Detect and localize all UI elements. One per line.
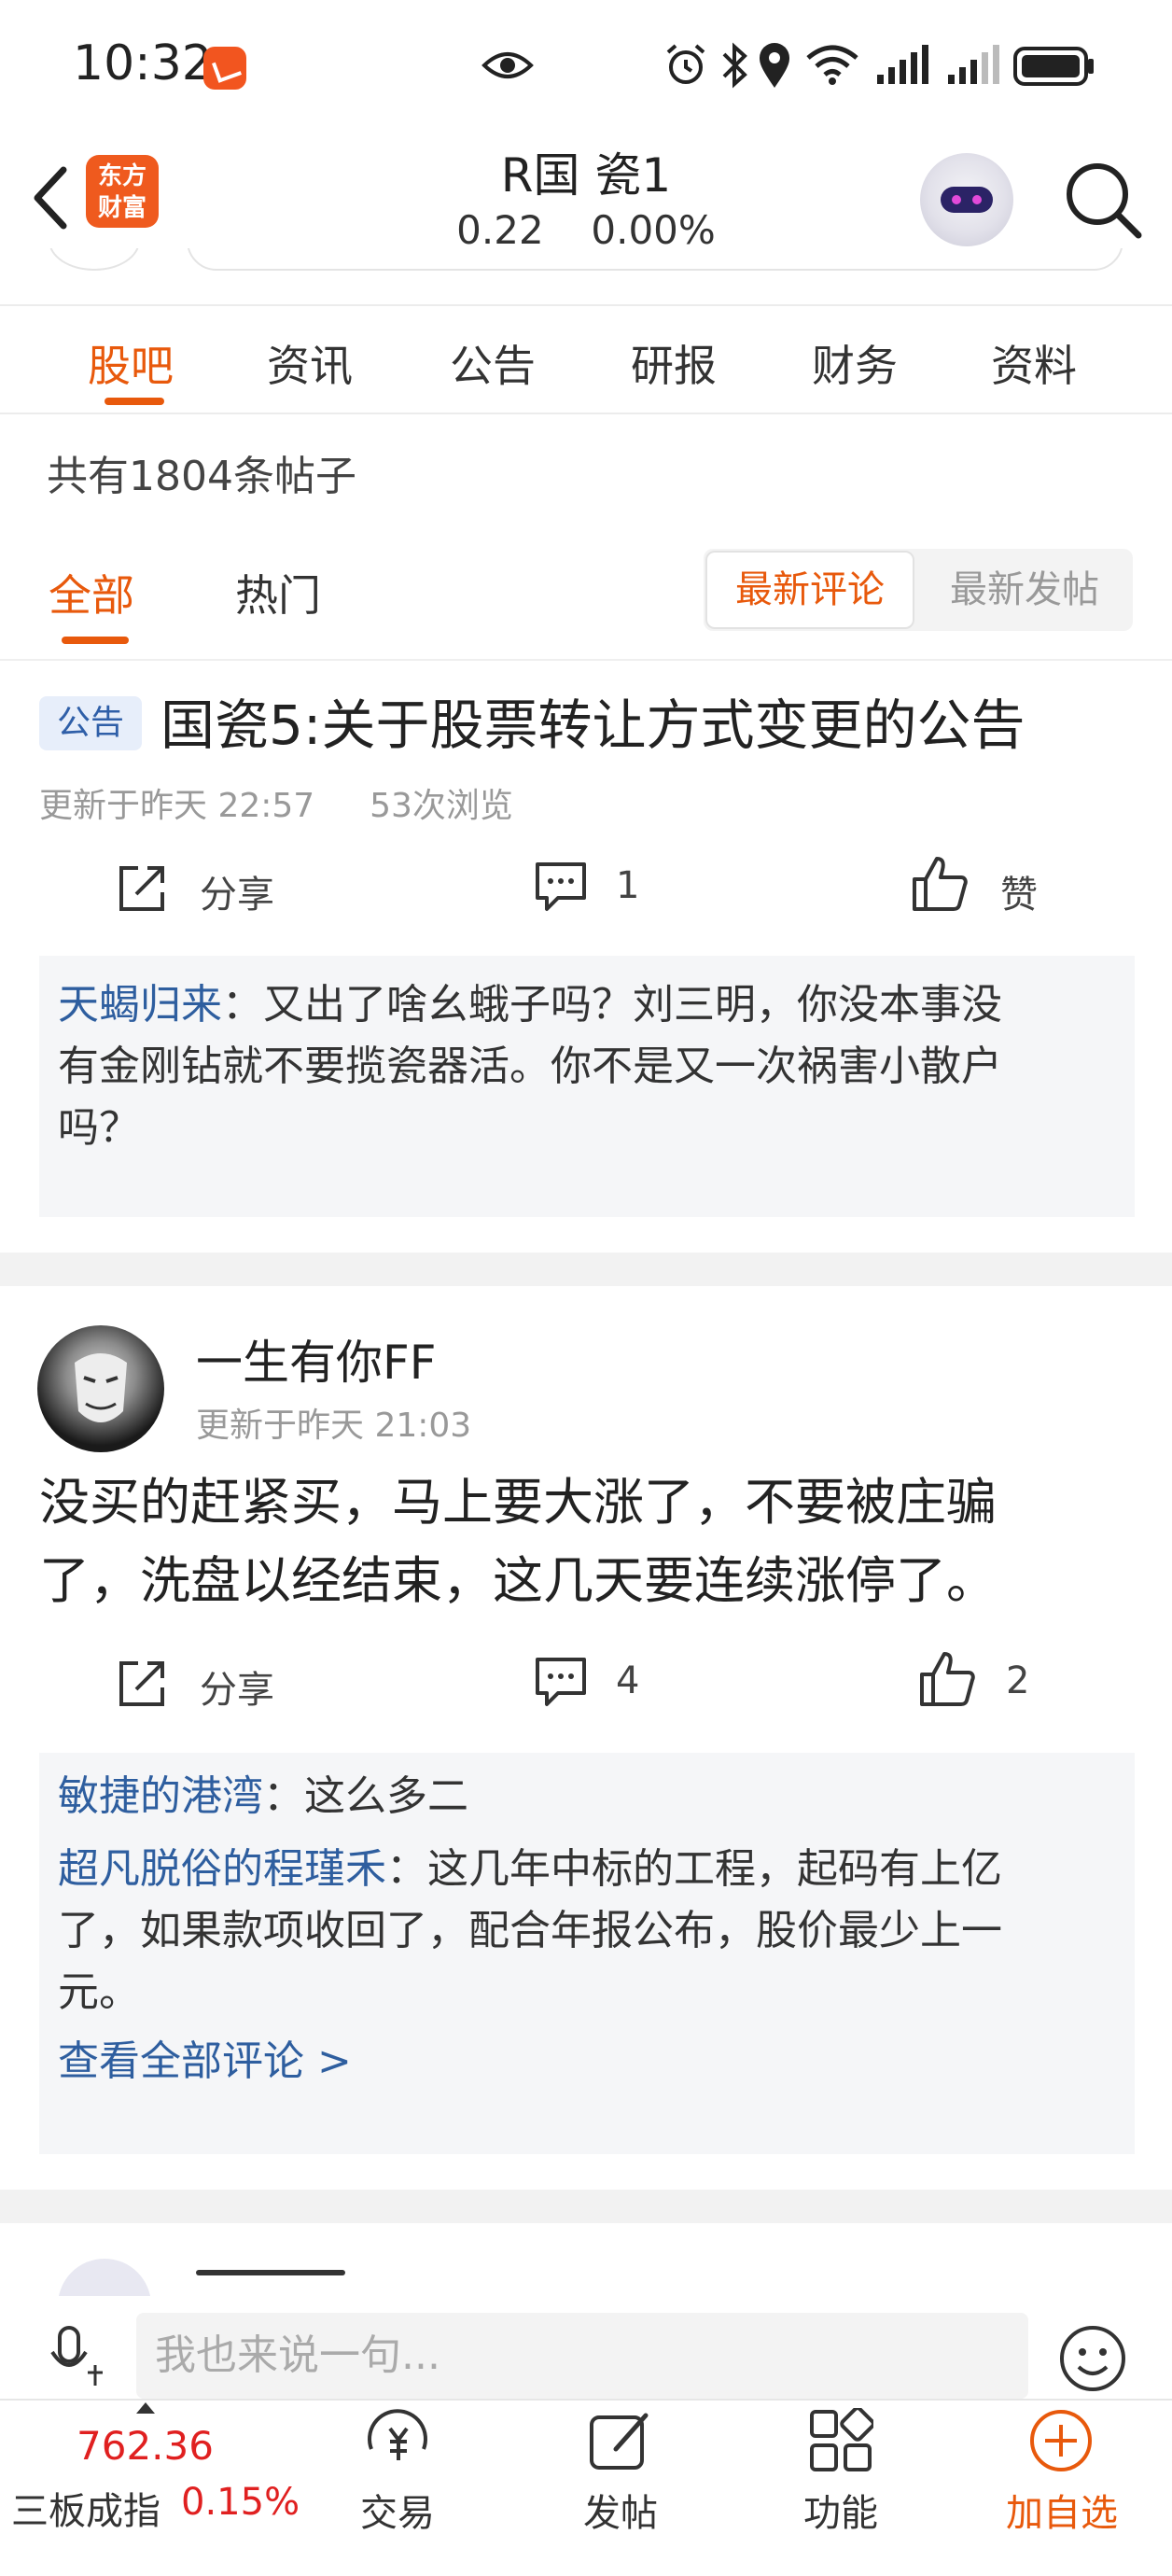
tab-guba[interactable]: 股吧: [88, 332, 174, 394]
reply-box: 敏捷的港湾：这么多二 超凡脱俗的程瑾禾：这几年中标的工程，起码有上亿 了，如果款…: [39, 1753, 1135, 2154]
next-post-author-partial: [196, 2270, 345, 2275]
avatar[interactable]: [37, 1325, 164, 1452]
mask-avatar-icon: [75, 1353, 127, 1422]
sort-toggle: 最新评论 最新发帖: [704, 549, 1133, 631]
reply-text: ：这么多二: [263, 1772, 468, 1820]
up-arrow-icon: [136, 2402, 155, 2414]
trade-icon[interactable]: [364, 2408, 433, 2477]
reply-text-1: ：这几年中标的工程，起码有上亿: [386, 1845, 1002, 1893]
post-title[interactable]: 国瓷5:关于股票转让方式变更的公告: [160, 681, 1025, 760]
eye-icon: [481, 52, 534, 78]
next-post-avatar-partial: [58, 2259, 151, 2296]
assistant-robot-icon[interactable]: [920, 153, 1013, 246]
post-icon[interactable]: [588, 2408, 653, 2473]
reply-box: 天蝎归来：又出了啥幺蛾子吗？刘三明，你没本事没 有金刚钻就不要揽瓷器活。你不是又…: [39, 956, 1135, 1217]
add-icon[interactable]: [1028, 2408, 1094, 2473]
reply-user[interactable]: 天蝎归来: [58, 981, 222, 1029]
collapsed-search-bar: [0, 248, 1172, 273]
post-body-line-2: 了，洗盘以经结束，这几天要连续涨停了。: [39, 1551, 997, 1610]
voice-input-icon[interactable]: [50, 2324, 106, 2389]
reply-user[interactable]: 超凡脱俗的程瑾禾: [58, 1845, 386, 1893]
comment-input[interactable]: 我也来说一句...: [136, 2313, 1028, 2399]
reply-text-2: 了，如果款项收回了，配合年报公布，股价最少上一: [58, 1907, 1002, 1954]
tab-post[interactable]: 发帖: [579, 2483, 663, 2537]
index-name[interactable]: 三板成指: [11, 2481, 160, 2535]
stock-change: 0.00%: [591, 207, 716, 253]
post-body[interactable]: 没买的赶紧买，马上要大涨了，不要被庄骗 了，洗盘以经结束，这几天要连续涨停了。: [39, 1463, 1140, 1620]
comment-count[interactable]: 4: [616, 1659, 639, 1702]
index-value[interactable]: 762.36: [77, 2423, 214, 2469]
share-label[interactable]: 分享: [200, 1659, 274, 1714]
share-icon[interactable]: [116, 861, 170, 915]
comment-icon[interactable]: [534, 1656, 588, 1708]
like-label[interactable]: 赞: [1000, 864, 1038, 918]
section-separator: [0, 2190, 1172, 2223]
tab-news[interactable]: 资讯: [267, 332, 353, 394]
section-separator: [0, 1253, 1172, 1286]
filter-hot[interactable]: 热门: [235, 562, 321, 623]
divider: [0, 659, 1172, 661]
tab-function[interactable]: 功能: [799, 2483, 883, 2537]
status-time: 10:32: [73, 35, 213, 91]
reply-user[interactable]: 敏捷的港湾: [58, 1772, 263, 1820]
search-icon[interactable]: [1060, 157, 1144, 241]
alarm-icon: [666, 44, 705, 84]
tab-active-indicator: [105, 398, 164, 405]
announcement-badge: 公告: [39, 696, 142, 750]
stock-price: 0.22: [456, 207, 544, 253]
reply-text-2: 有金刚钻就不要揽瓷器活。你不是又一次祸害小散户: [58, 1043, 1002, 1090]
reply-text-3: 元。: [58, 1968, 140, 2016]
sort-latest-post[interactable]: 最新发帖: [920, 551, 1129, 629]
reply-item[interactable]: 超凡脱俗的程瑾禾：这几年中标的工程，起码有上亿 了，如果款项收回了，配合年报公布…: [58, 1839, 1122, 2023]
tab-announcements[interactable]: 公告: [450, 332, 536, 394]
tab-trade[interactable]: 交易: [360, 2483, 435, 2537]
share-icon[interactable]: [116, 1656, 170, 1710]
sort-latest-comment[interactable]: 最新评论: [705, 551, 914, 629]
reply-text-3: 吗？: [58, 1104, 140, 1152]
signal-icon-1: [877, 45, 928, 84]
filter-active-indicator: [62, 637, 129, 644]
post-count: 共有1804条帖子: [47, 453, 356, 500]
filter-all[interactable]: 全部: [49, 562, 134, 623]
location-icon: [760, 43, 789, 88]
comment-icon[interactable]: [534, 861, 588, 913]
post-updated: 更新于昨天 22:57: [39, 787, 315, 825]
wifi-icon: [806, 45, 858, 85]
notification-app-icon: [203, 47, 246, 90]
post-meta: 更新于昨天 22:57 53次浏览: [39, 778, 513, 827]
tab-research[interactable]: 研报: [631, 332, 717, 394]
reply-list: 敏捷的港湾：这么多二 超凡脱俗的程瑾禾：这几年中标的工程，起码有上亿 了，如果款…: [58, 1766, 1122, 2093]
tab-profile[interactable]: 资料: [991, 332, 1077, 394]
reply-item[interactable]: 敏捷的港湾：这么多二: [58, 1766, 1122, 1827]
post-body-line-1: 没买的赶紧买，马上要大涨了，不要被庄骗: [39, 1473, 997, 1532]
share-label[interactable]: 分享: [200, 864, 274, 918]
bluetooth-icon: [722, 42, 747, 89]
status-bar: 10:32: [0, 0, 1172, 131]
signal-icon-2: [948, 45, 999, 84]
like-icon[interactable]: [911, 855, 969, 913]
author-name[interactable]: 一生有你FF: [196, 1325, 437, 1393]
reply-text-1: ：又出了啥幺蛾子吗？刘三明，你没本事没: [222, 981, 1002, 1029]
emoji-icon[interactable]: [1058, 2324, 1127, 2393]
like-icon[interactable]: [918, 1650, 976, 1708]
function-icon[interactable]: [808, 2408, 873, 2473]
post-updated: 更新于昨天 21:03: [196, 1407, 472, 1445]
main-tabs: 股吧 资讯 公告 研报 财务 资料: [0, 304, 1172, 414]
tab-add-watchlist[interactable]: 加自选: [998, 2483, 1125, 2537]
comment-count[interactable]: 1: [616, 864, 639, 907]
tab-finance[interactable]: 财务: [812, 332, 898, 394]
index-change[interactable]: 0.15%: [181, 2481, 300, 2524]
view-all-comments-link[interactable]: 查看全部评论 >: [58, 2031, 1122, 2093]
post-views: 53次浏览: [370, 787, 513, 825]
reply-item[interactable]: 天蝎归来：又出了啥幺蛾子吗？刘三明，你没本事没 有金刚钻就不要揽瓷器活。你不是又…: [58, 974, 1122, 1159]
like-count[interactable]: 2: [1006, 1659, 1029, 1702]
battery-icon: [1013, 47, 1094, 86]
